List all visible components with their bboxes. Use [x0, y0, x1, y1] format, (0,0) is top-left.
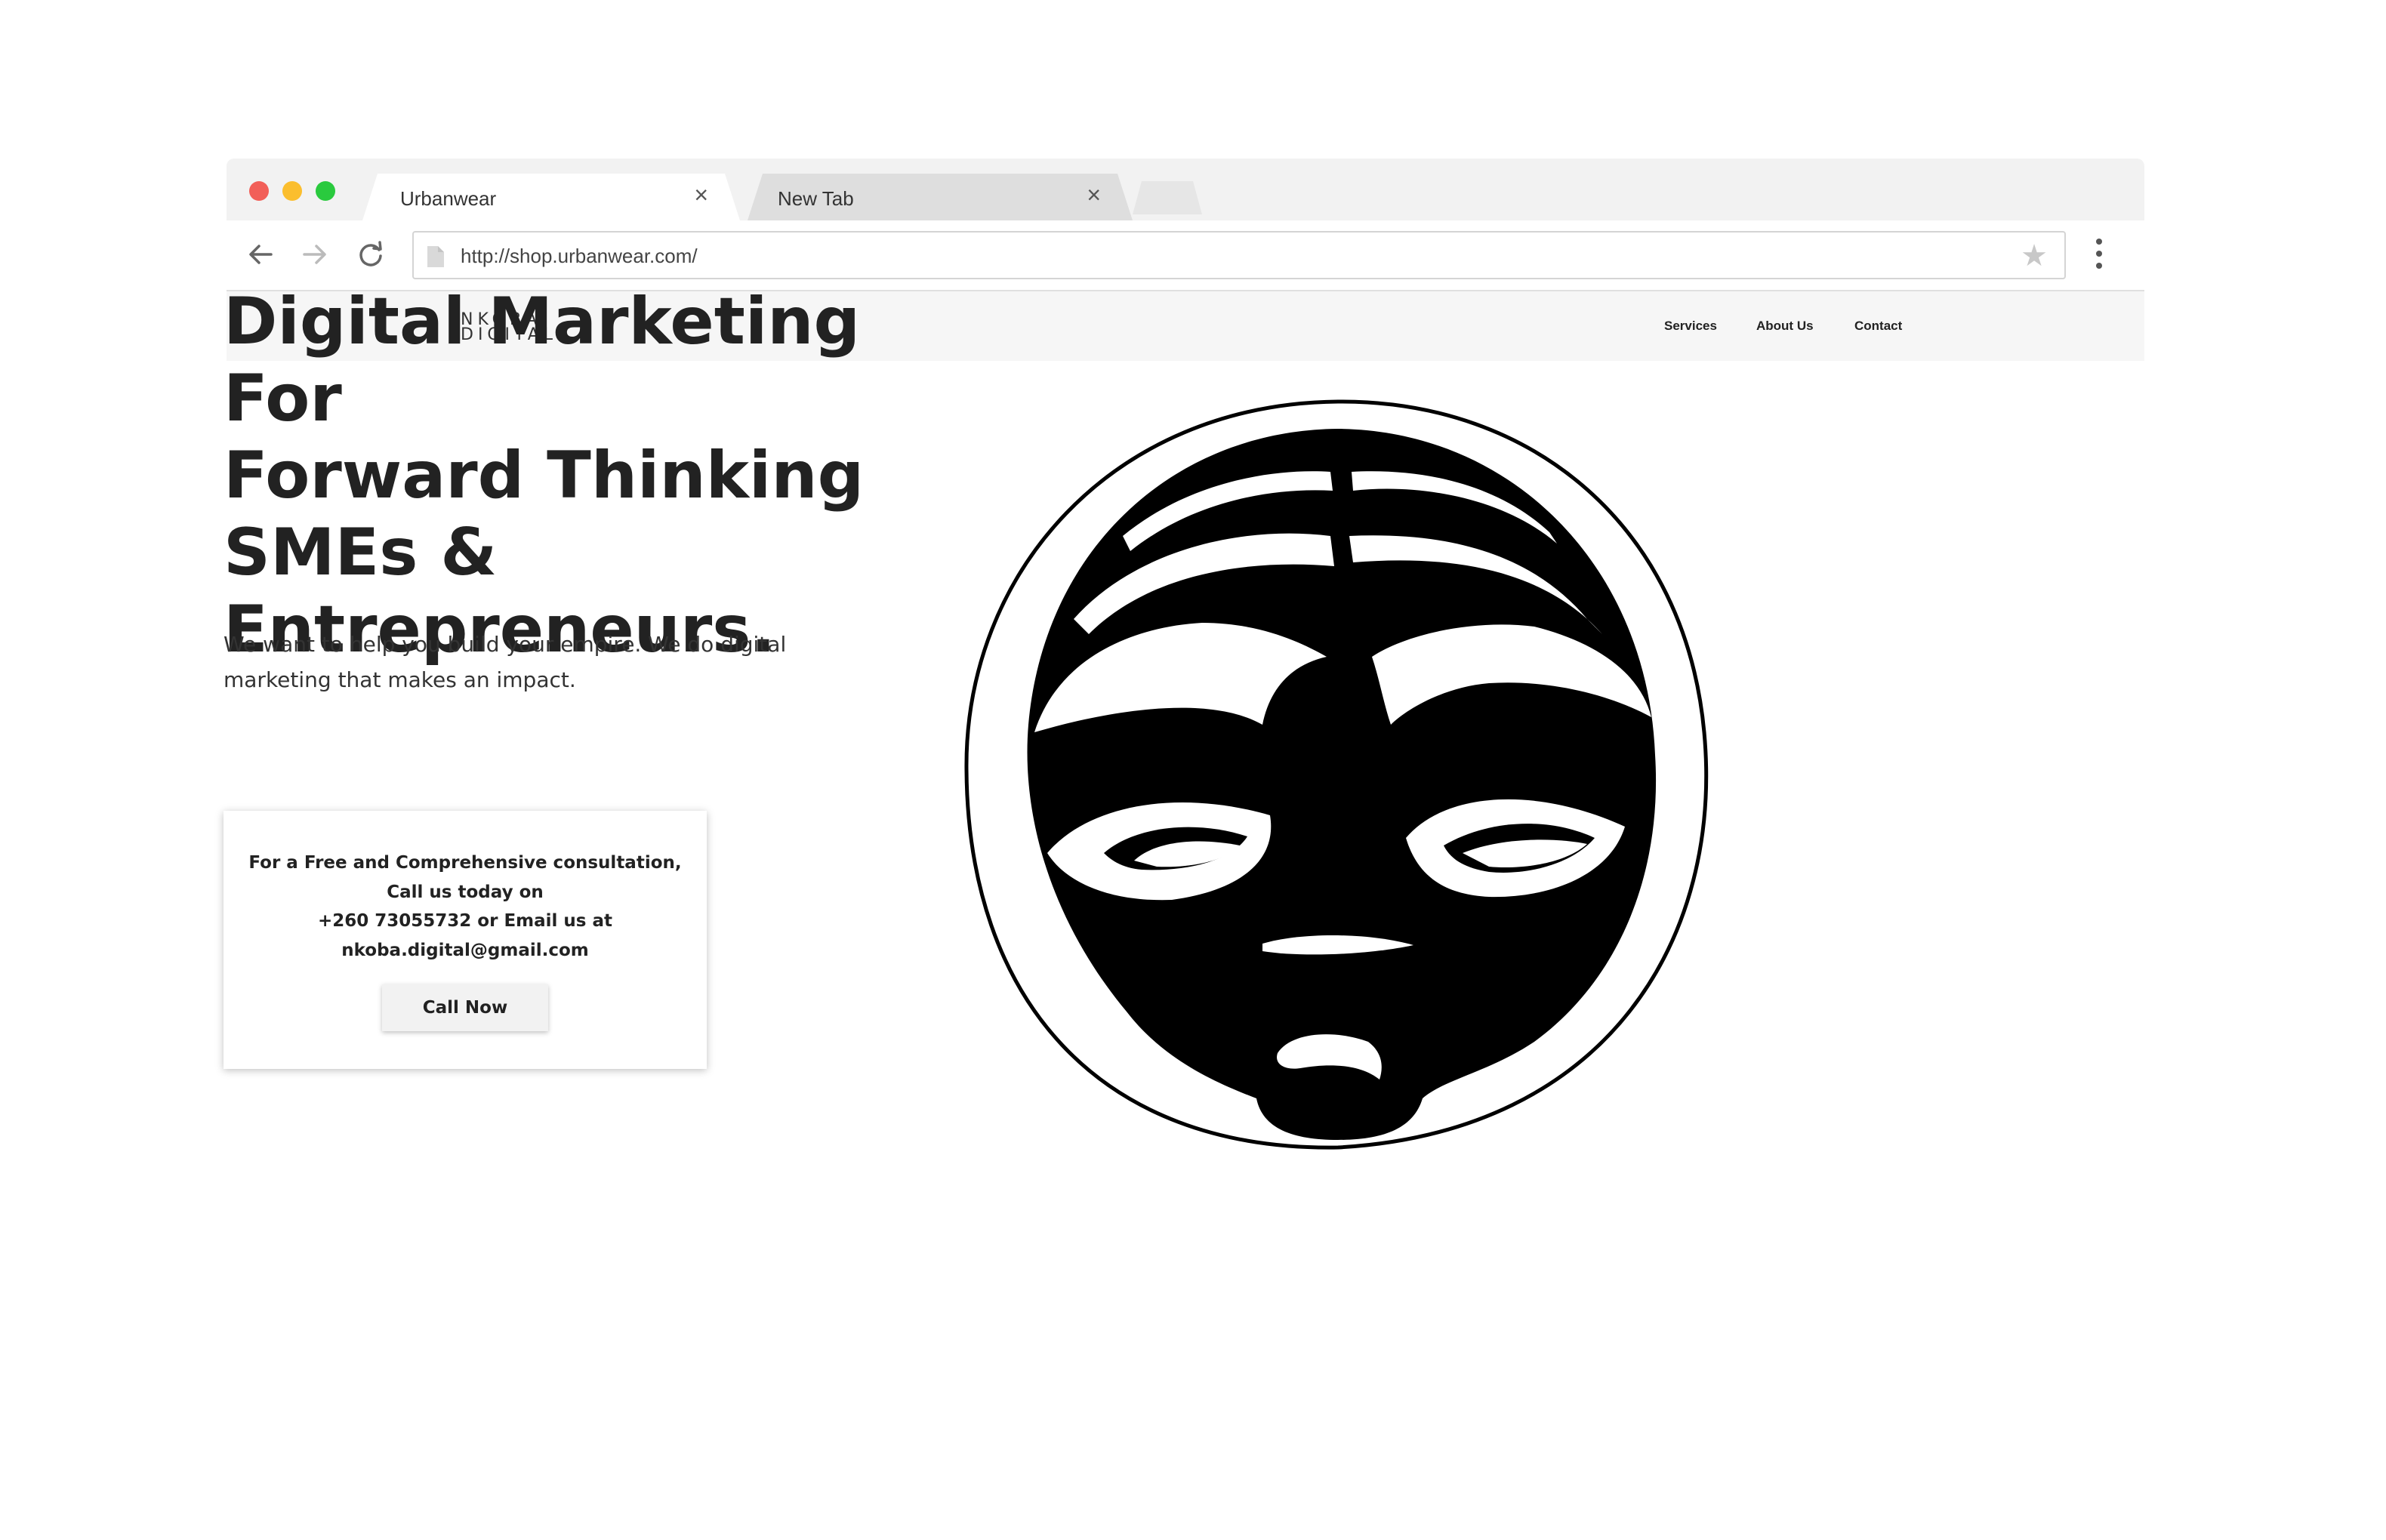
nav-about-us[interactable]: About Us — [1756, 319, 1814, 334]
tab-label: New Tab — [778, 187, 854, 210]
consultation-line-1: For a Free and Comprehensive consultatio… — [248, 853, 682, 873]
call-now-button[interactable]: Call Now — [382, 984, 548, 1031]
close-window-button[interactable] — [249, 181, 269, 201]
hero-subtitle: We want to help you build your empire. W… — [223, 627, 797, 698]
nav-contact[interactable]: Contact — [1854, 319, 1902, 334]
back-arrow-icon[interactable] — [242, 236, 279, 273]
browser-titlebar: Urbanwear × New Tab × — [227, 159, 2144, 220]
reload-icon[interactable] — [352, 236, 390, 273]
african-mask-illustration — [964, 399, 1709, 1150]
bookmark-star-icon[interactable]: ★ — [2021, 239, 2048, 273]
browser-menu-icon[interactable] — [2092, 239, 2107, 273]
hero-subtitle-line-1: We want to help you build your empire. W… — [223, 632, 787, 657]
close-icon[interactable]: × — [1087, 181, 1101, 209]
url-text: http://shop.urbanwear.com/ — [461, 245, 698, 267]
close-icon[interactable]: × — [694, 181, 708, 209]
new-tab-button[interactable] — [1133, 181, 1202, 214]
browser-toolbar: http://shop.urbanwear.com/ ★ — [227, 220, 2144, 291]
consultation-card: For a Free and Comprehensive consultatio… — [223, 811, 707, 1069]
consultation-line-2: Call us today on — [387, 882, 544, 902]
hero-title: Digital Marketing For Forward Thinking S… — [223, 284, 865, 667]
consultation-email: nkoba.digital@gmail.com — [341, 940, 589, 960]
tab-new-tab[interactable]: New Tab × — [748, 174, 1133, 220]
consultation-text: For a Free and Comprehensive consultatio… — [223, 849, 707, 965]
hero-subtitle-line-2: marketing that makes an impact. — [223, 667, 576, 692]
tab-urbanwear[interactable]: Urbanwear × — [362, 174, 740, 220]
minimize-window-button[interactable] — [282, 181, 302, 201]
tab-label: Urbanwear — [400, 187, 497, 210]
forward-arrow-icon[interactable] — [296, 236, 334, 273]
page-icon — [426, 245, 445, 273]
address-bar[interactable]: http://shop.urbanwear.com/ ★ — [412, 231, 2066, 279]
consultation-phone: +260 73055732 or Email us at — [317, 911, 613, 931]
maximize-window-button[interactable] — [316, 181, 335, 201]
nav-services[interactable]: Services — [1664, 319, 1717, 334]
